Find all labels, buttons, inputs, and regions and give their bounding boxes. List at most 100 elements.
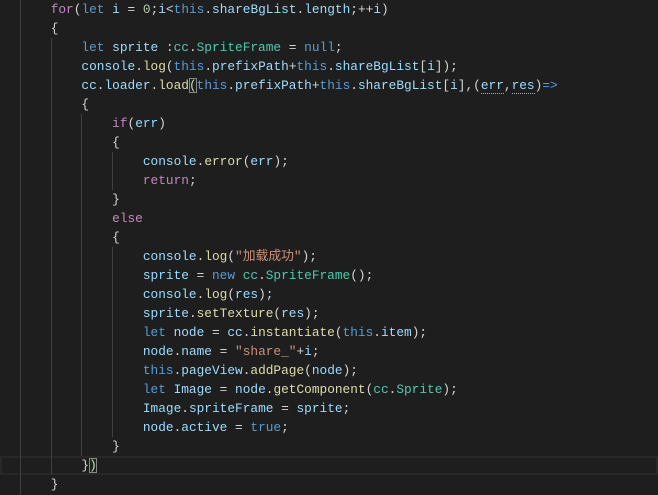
code-line[interactable]: cc.loader.load(this.prefixPath+this.shar… (0, 76, 658, 95)
punct-token: ) (381, 2, 389, 17)
punct-token: } (81, 458, 90, 473)
indent-guide (112, 152, 114, 171)
indent-guide (20, 209, 21, 228)
indent-guide (20, 437, 21, 456)
indent-guide (20, 266, 21, 285)
indent-guide (20, 342, 21, 361)
indent-guide (81, 285, 83, 304)
variable-token: node (142, 344, 174, 359)
code-line[interactable]: this.pageView.addPage(node); (0, 361, 658, 380)
line-text: if(err) (20, 114, 166, 133)
function-token: load (158, 78, 189, 93)
code-line[interactable]: } (0, 190, 658, 209)
line-text: } (20, 190, 120, 209)
indent-guide (81, 323, 83, 342)
code-line[interactable]: Image.spriteFrame = sprite; (0, 399, 658, 418)
line-text: } (20, 475, 59, 494)
indent-guide (112, 418, 114, 437)
indent-guide (50, 418, 52, 437)
function-token: instantiate (250, 325, 335, 340)
variable-token: node (173, 325, 205, 340)
code-line[interactable]: { (0, 95, 658, 114)
punct-token: ( (188, 78, 197, 93)
indent-guide (50, 380, 52, 399)
punct-token: ; (281, 420, 289, 435)
keyword-token: let (81, 2, 113, 17)
punct-token: ],( (457, 78, 481, 93)
variable-token: i (427, 59, 435, 74)
indent-guide (50, 342, 52, 361)
code-line[interactable]: } (0, 475, 658, 494)
punct-token: [ (442, 78, 451, 93)
variable-token: spriteFrame (188, 401, 274, 416)
line-text: console.log(this.prefixPath+this.shareBg… (20, 57, 458, 76)
code-line[interactable]: for(let i = 0;i<this.shareBgList.length;… (0, 0, 658, 19)
variable-token: name (181, 344, 212, 359)
code-line[interactable]: console.log("加载成功"); (0, 247, 658, 266)
code-line[interactable]: sprite.setTexture(res); (0, 304, 658, 323)
function-token: getComponent (273, 382, 366, 397)
indent-guide (81, 190, 83, 209)
keyword-token: this (173, 59, 205, 74)
indent-guide (50, 57, 52, 76)
code-line[interactable]: console.log(this.prefixPath+this.shareBg… (0, 57, 658, 76)
punct-token: . (258, 268, 266, 283)
code-line[interactable]: node.name = "share_"+i; (0, 342, 658, 361)
punct-token: = (204, 325, 228, 340)
code-line[interactable]: return; (0, 171, 658, 190)
punct-token: ); (411, 325, 428, 340)
punct-token: ]); (434, 59, 458, 74)
variable-token: active (181, 420, 228, 435)
line-text: { (20, 95, 89, 114)
punct-token: = (119, 2, 143, 17)
code-line[interactable]: node.active = true; (0, 418, 658, 437)
indent-guide (81, 133, 83, 152)
code-line[interactable]: let Image = node.getComponent(cc.Sprite)… (0, 380, 658, 399)
indent-guide (50, 38, 52, 57)
line-text: { (20, 133, 120, 152)
indent-guide (50, 228, 52, 247)
variable-token: res (511, 78, 535, 94)
code-line[interactable]: sprite = new cc.SpriteFrame(); (0, 266, 658, 285)
code-line[interactable]: } (0, 437, 658, 456)
string-token: "share_" (235, 344, 297, 359)
punct-token: ; (342, 401, 351, 416)
code-line[interactable]: else (0, 209, 658, 228)
indent-guide (20, 399, 21, 418)
code-line[interactable]: console.error(err); (0, 152, 658, 171)
code-line[interactable]: }) (0, 456, 658, 475)
code-line[interactable]: let node = cc.instantiate(this.item); (0, 323, 658, 342)
variable-token: length (304, 2, 351, 17)
variable-token: err (480, 78, 504, 94)
keyword-token: this (342, 325, 374, 340)
indent-guide (112, 247, 114, 266)
punct-token: . (350, 78, 358, 93)
code-line[interactable]: { (0, 133, 658, 152)
function-token: error (204, 154, 243, 169)
punct-token: ; (311, 344, 320, 359)
punct-token: ( (304, 363, 312, 378)
code-line[interactable]: { (0, 228, 658, 247)
code-editor[interactable]: for(let i = 0;i<this.shareBgList.length;… (0, 0, 658, 495)
punct-token: ); (258, 287, 274, 302)
indent-guide (20, 133, 21, 152)
punct-token: } (112, 192, 120, 207)
indent-guide (50, 76, 52, 95)
line-text: node.name = "share_"+i; (20, 342, 320, 361)
punct-token: ; (188, 173, 197, 188)
variable-token: err (135, 116, 159, 131)
control-token: for (50, 2, 74, 17)
indent-guide (81, 171, 83, 190)
variable-token: i (450, 78, 458, 93)
keyword-token: this (196, 78, 228, 93)
indent-guide (81, 114, 83, 133)
punct-token: . (204, 59, 213, 74)
code-line[interactable]: console.log(res); (0, 285, 658, 304)
function-token: setTexture (196, 306, 274, 321)
code-line[interactable]: if(err) (0, 114, 658, 133)
code-line[interactable]: let sprite :cc.SpriteFrame = null; (0, 38, 658, 57)
punct-token: ( (334, 325, 343, 340)
code-line[interactable]: { (0, 19, 658, 38)
punct-token: ( (273, 306, 282, 321)
punct-token: ( (227, 287, 236, 302)
